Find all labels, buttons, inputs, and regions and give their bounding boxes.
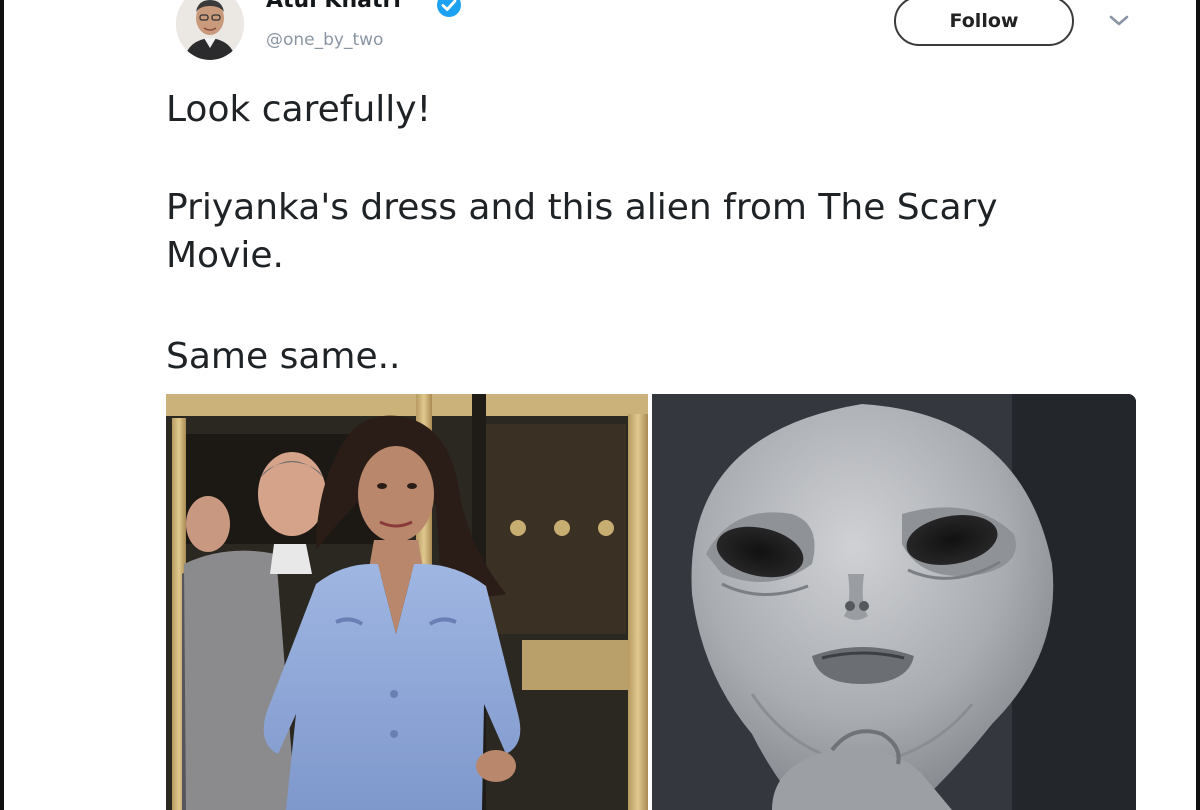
- follow-button[interactable]: Follow: [894, 0, 1074, 46]
- avatar-photo: [176, 0, 244, 60]
- chevron-down-icon[interactable]: [1106, 12, 1132, 30]
- tweet-text-line-1: Look carefully!: [166, 89, 432, 130]
- tweet-text-line-2: Priyanka's dress and this alien from The…: [166, 187, 998, 228]
- photo-alien-image: [652, 394, 1136, 810]
- tweet-text-line-3: Movie.: [166, 235, 284, 276]
- tweet-photo-alien[interactable]: [652, 394, 1136, 810]
- tweet-photo-priyanka[interactable]: [166, 394, 648, 810]
- verified-badge-icon: [437, 0, 461, 17]
- author-handle[interactable]: @one_by_two: [266, 30, 383, 50]
- author-name[interactable]: Atul Khatri: [266, 0, 401, 13]
- tweet-text-line-4: Same same..: [166, 336, 401, 377]
- photo-priyanka-image: [166, 394, 648, 810]
- author-avatar[interactable]: [176, 0, 244, 60]
- tweet-card: Atul Khatri @one_by_two Follow Look care…: [0, 0, 1200, 810]
